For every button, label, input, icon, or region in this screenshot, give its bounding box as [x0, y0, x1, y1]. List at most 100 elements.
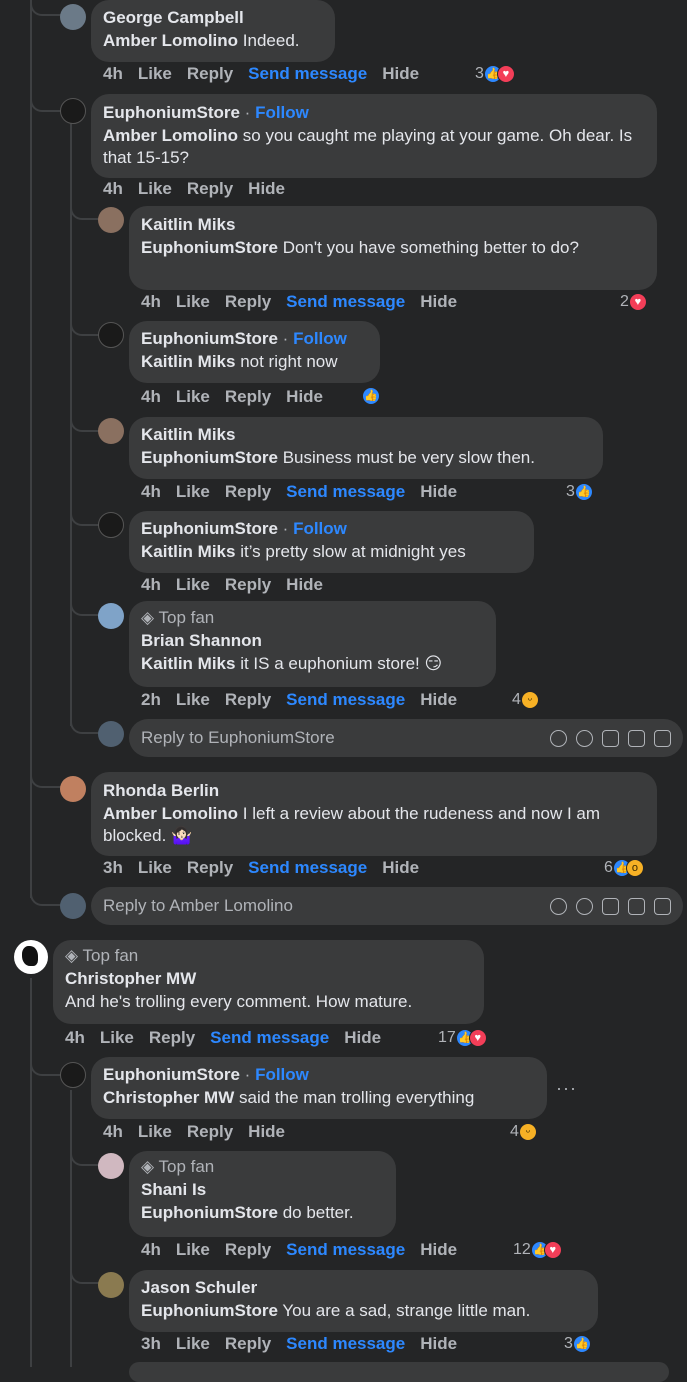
reaction-summary[interactable]: 4 ᵕ: [510, 1123, 537, 1141]
reaction-summary[interactable]: 6 👍 o: [604, 859, 644, 877]
send-message-link[interactable]: Send message: [248, 64, 367, 83]
reaction-summary[interactable]: 3 👍: [564, 1335, 591, 1353]
time-link[interactable]: 4h: [141, 292, 161, 311]
like-button[interactable]: Like: [138, 1122, 172, 1141]
commenter-name[interactable]: Shani Is: [141, 1178, 384, 1202]
commenter-name[interactable]: Kaitlin Miks: [141, 423, 591, 447]
like-button[interactable]: Like: [176, 387, 210, 406]
reply-button[interactable]: Reply: [225, 690, 271, 709]
hide-button[interactable]: Hide: [420, 690, 457, 709]
mention[interactable]: EuphoniumStore: [141, 238, 278, 257]
gif-icon[interactable]: [628, 897, 645, 915]
time-link[interactable]: 4h: [141, 482, 161, 501]
reaction-summary[interactable]: 3 👍 ♥: [475, 65, 515, 83]
like-button[interactable]: Like: [138, 64, 172, 83]
commenter-name[interactable]: EuphoniumStore: [141, 329, 278, 348]
avatar[interactable]: [98, 207, 124, 233]
hide-button[interactable]: Hide: [420, 482, 457, 501]
like-button[interactable]: Like: [176, 292, 210, 311]
hide-button[interactable]: Hide: [248, 1122, 285, 1141]
avatar[interactable]: [98, 418, 124, 444]
mention[interactable]: Kaitlin Miks: [141, 654, 235, 673]
reply-composer[interactable]: Reply to Amber Lomolino: [91, 887, 683, 925]
reply-button[interactable]: Reply: [225, 575, 271, 594]
commenter-name[interactable]: Christopher MW: [65, 967, 472, 991]
mention[interactable]: Amber Lomolino: [103, 804, 238, 823]
send-message-link[interactable]: Send message: [210, 1028, 329, 1047]
mention[interactable]: Amber Lomolino: [103, 126, 238, 145]
avatar-sticker-icon[interactable]: [550, 729, 567, 747]
avatar[interactable]: [14, 940, 48, 974]
reply-input[interactable]: Reply to Amber Lomolino: [103, 896, 550, 916]
send-message-link[interactable]: Send message: [286, 1240, 405, 1259]
follow-button[interactable]: Follow: [255, 1065, 309, 1084]
like-button[interactable]: Like: [100, 1028, 134, 1047]
time-link[interactable]: 4h: [103, 1122, 123, 1141]
reply-button[interactable]: Reply: [225, 1334, 271, 1353]
time-link[interactable]: 4h: [141, 387, 161, 406]
reply-input[interactable]: Reply to EuphoniumStore: [141, 728, 550, 748]
time-link[interactable]: 4h: [65, 1028, 85, 1047]
commenter-name[interactable]: EuphoniumStore: [103, 1065, 240, 1084]
hide-button[interactable]: Hide: [420, 1240, 457, 1259]
commenter-name[interactable]: Jason Schuler: [141, 1276, 586, 1300]
follow-button[interactable]: Follow: [255, 103, 309, 122]
mention[interactable]: EuphoniumStore: [141, 448, 278, 467]
hide-button[interactable]: Hide: [420, 1334, 457, 1353]
mention[interactable]: EuphoniumStore: [141, 1301, 278, 1320]
like-button[interactable]: Like: [176, 690, 210, 709]
reaction-summary[interactable]: 17 👍 ♥: [438, 1029, 487, 1047]
like-button[interactable]: Like: [138, 858, 172, 877]
like-button[interactable]: Like: [176, 1334, 210, 1353]
avatar[interactable]: [98, 322, 124, 348]
mention[interactable]: Kaitlin Miks: [141, 352, 235, 371]
emoji-icon[interactable]: [576, 897, 593, 915]
avatar[interactable]: [98, 1153, 124, 1179]
commenter-name[interactable]: EuphoniumStore: [103, 103, 240, 122]
avatar[interactable]: [98, 512, 124, 538]
like-button[interactable]: Like: [176, 482, 210, 501]
avatar[interactable]: [60, 776, 86, 802]
sticker-icon[interactable]: [654, 897, 671, 915]
avatar-sticker-icon[interactable]: [550, 897, 567, 915]
more-options-button[interactable]: ···: [556, 1078, 577, 1099]
avatar[interactable]: [60, 1062, 86, 1088]
like-button[interactable]: Like: [176, 575, 210, 594]
reaction-summary[interactable]: 12 👍 ♥: [513, 1241, 562, 1259]
follow-button[interactable]: Follow: [293, 329, 347, 348]
camera-icon[interactable]: [602, 729, 619, 747]
gif-icon[interactable]: [628, 729, 645, 747]
send-message-link[interactable]: Send message: [286, 292, 405, 311]
hide-button[interactable]: Hide: [344, 1028, 381, 1047]
reaction-summary[interactable]: 4 ᵕ: [512, 691, 539, 709]
hide-button[interactable]: Hide: [420, 292, 457, 311]
reply-button[interactable]: Reply: [225, 387, 271, 406]
hide-button[interactable]: Hide: [286, 575, 323, 594]
reply-button[interactable]: Reply: [225, 482, 271, 501]
reaction-summary[interactable]: 👍: [362, 387, 380, 405]
sticker-icon[interactable]: [654, 729, 671, 747]
hide-button[interactable]: Hide: [248, 179, 285, 198]
time-link[interactable]: 3h: [141, 1334, 161, 1353]
commenter-name[interactable]: Kaitlin Miks: [141, 213, 645, 237]
send-message-link[interactable]: Send message: [286, 1334, 405, 1353]
mention[interactable]: Amber Lomolino: [103, 31, 238, 50]
reply-button[interactable]: Reply: [187, 1122, 233, 1141]
reaction-summary[interactable]: 2 ♥: [620, 293, 647, 311]
time-link[interactable]: 4h: [103, 64, 123, 83]
reply-button[interactable]: Reply: [187, 179, 233, 198]
avatar[interactable]: [98, 603, 124, 629]
camera-icon[interactable]: [602, 897, 619, 915]
reply-button[interactable]: Reply: [187, 64, 233, 83]
avatar[interactable]: [98, 1272, 124, 1298]
reply-button[interactable]: Reply: [225, 1240, 271, 1259]
send-message-link[interactable]: Send message: [286, 482, 405, 501]
reply-button[interactable]: Reply: [187, 858, 233, 877]
like-button[interactable]: Like: [138, 179, 172, 198]
reply-button[interactable]: Reply: [149, 1028, 195, 1047]
reply-composer[interactable]: Reply to EuphoniumStore: [129, 719, 683, 757]
follow-button[interactable]: Follow: [293, 519, 347, 538]
time-link[interactable]: 2h: [141, 690, 161, 709]
mention[interactable]: Christopher MW: [103, 1088, 234, 1107]
avatar[interactable]: [60, 98, 86, 124]
